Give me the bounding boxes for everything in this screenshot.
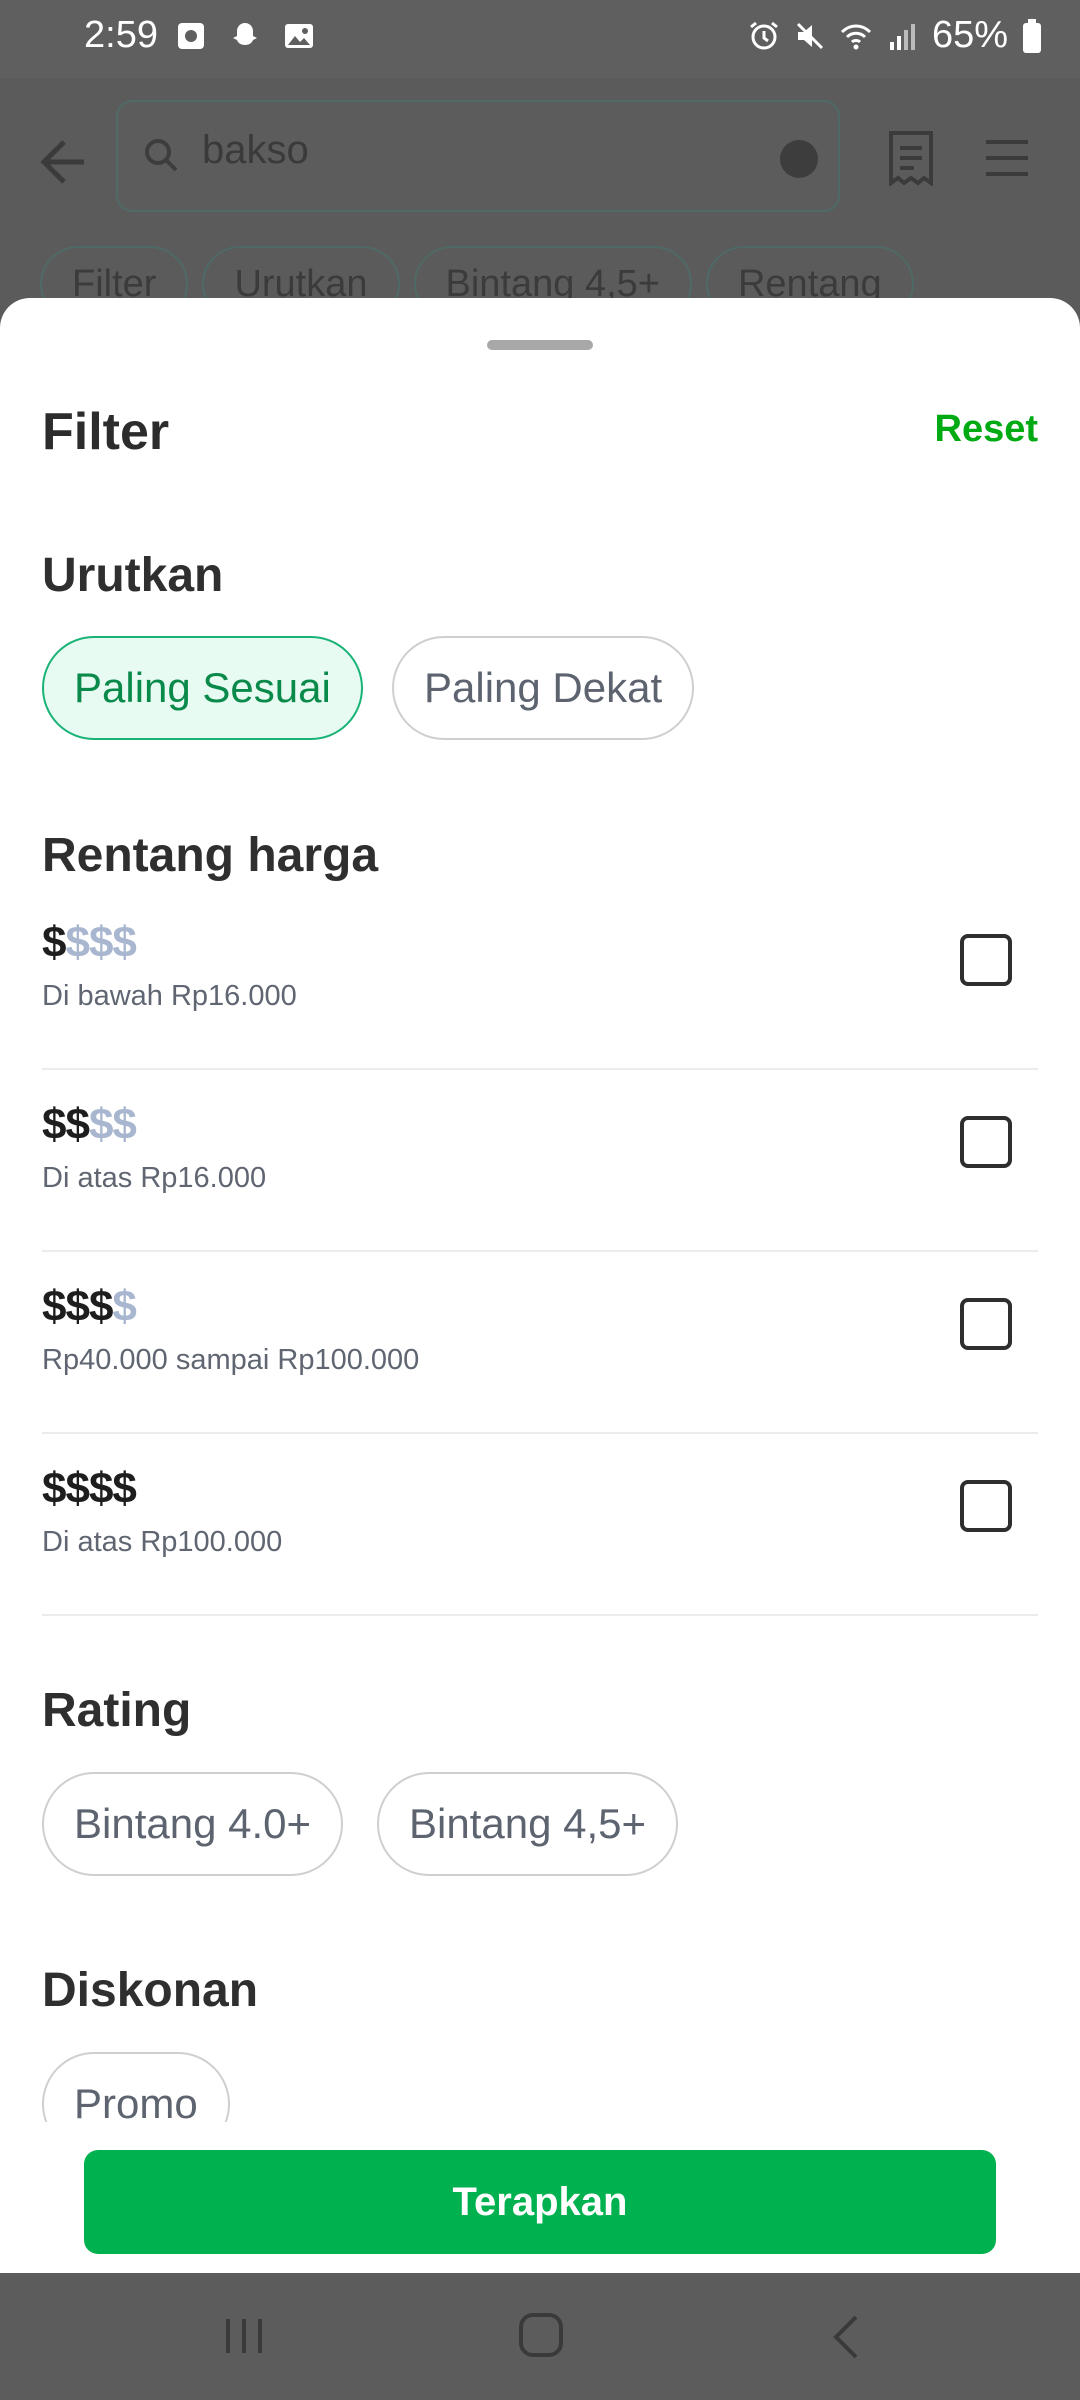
mute-icon xyxy=(796,22,823,49)
back-icon[interactable] xyxy=(826,2313,866,2361)
sort-chip-paling-sesuai[interactable]: Paling Sesuai xyxy=(42,636,363,740)
price-description: Di atas Rp100.000 xyxy=(42,1526,283,1558)
price-checkbox[interactable] xyxy=(960,1116,1012,1168)
price-option-4[interactable]: $$$$ Di atas Rp100.000 xyxy=(42,1434,1038,1616)
price-level: $$$$ xyxy=(42,918,137,967)
sheet-drag-handle[interactable] xyxy=(487,340,593,350)
gallery-icon xyxy=(285,24,313,48)
reset-button[interactable]: Reset xyxy=(935,408,1039,451)
price-level: $$$$ xyxy=(42,1464,137,1513)
navigation-bar xyxy=(0,2273,1080,2400)
status-bar: 2:59 65% xyxy=(0,0,1080,78)
rating-section-title: Rating xyxy=(42,1684,192,1737)
snapchat-icon xyxy=(233,23,257,45)
price-level: $$$$ xyxy=(42,1282,137,1331)
sheet-title: Filter xyxy=(42,403,170,461)
price-description: Di atas Rp16.000 xyxy=(42,1162,267,1194)
price-checkbox[interactable] xyxy=(960,1298,1012,1350)
back-arrow-icon xyxy=(40,140,84,184)
home-icon[interactable] xyxy=(519,2313,563,2357)
sort-chip-paling-dekat[interactable]: Paling Dekat xyxy=(392,636,695,740)
menu-icon xyxy=(986,140,1028,176)
screenshot-icon xyxy=(178,23,204,49)
price-level: $$$$ xyxy=(42,1100,137,1149)
receipt-icon xyxy=(889,131,933,186)
signal-icon xyxy=(889,23,915,50)
filter-sheet: Filter Reset Urutkan Paling Sesuai Palin… xyxy=(0,298,1080,2273)
search-icon xyxy=(145,139,178,172)
price-description: Di bawah Rp16.000 xyxy=(42,980,297,1012)
price-option-3[interactable]: $$$$ Rp40.000 sampai Rp100.000 xyxy=(42,1252,1038,1434)
price-option-2[interactable]: $$$$ Di atas Rp16.000 xyxy=(42,1070,1038,1252)
price-checkbox[interactable] xyxy=(960,934,1012,986)
battery-level: 65% xyxy=(931,14,1008,56)
price-checkbox[interactable] xyxy=(960,1480,1012,1532)
price-description: Rp40.000 sampai Rp100.000 xyxy=(42,1344,420,1376)
apply-button[interactable]: Terapkan xyxy=(84,2150,996,2254)
sort-section-title: Urutkan xyxy=(42,549,224,602)
battery-icon xyxy=(1023,18,1041,53)
price-section-title: Rentang harga xyxy=(42,829,379,882)
recent-apps-icon[interactable] xyxy=(222,2315,266,2357)
status-time: 2:59 xyxy=(84,14,158,56)
search-bar: bakso xyxy=(116,100,840,212)
rating-chip-4-0[interactable]: Bintang 4.0+ xyxy=(42,1772,344,1876)
alarm-icon xyxy=(750,21,778,49)
search-query: bakso xyxy=(202,128,309,172)
rating-chip-4-5[interactable]: Bintang 4,5+ xyxy=(377,1772,679,1876)
discount-section-title: Diskonan xyxy=(42,1964,259,2017)
clear-icon xyxy=(780,140,818,178)
price-option-1[interactable]: $$$$ Di bawah Rp16.000 xyxy=(42,888,1038,1070)
wifi-icon xyxy=(840,24,871,49)
